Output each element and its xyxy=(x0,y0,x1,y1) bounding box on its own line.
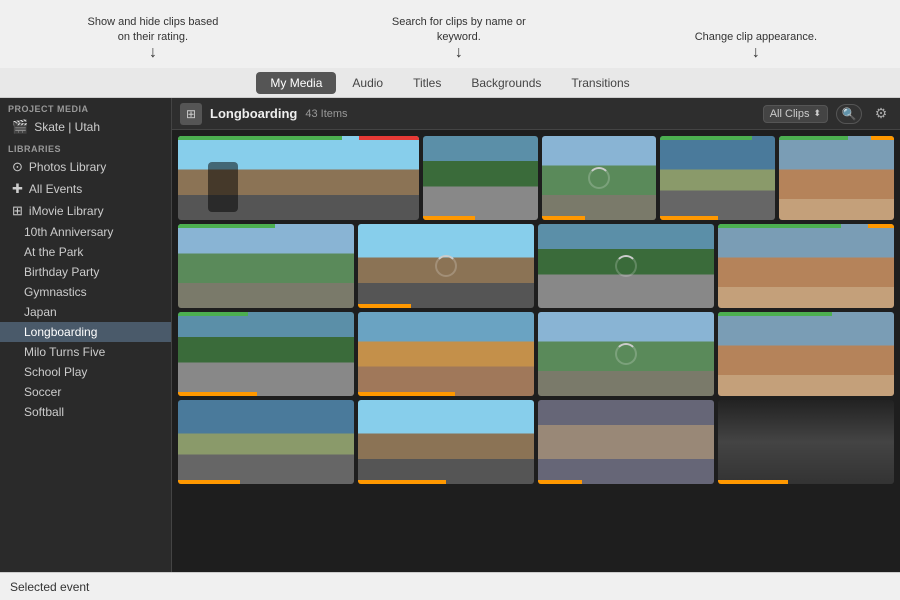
sidebar-item-soccer[interactable]: Soccer xyxy=(0,382,171,402)
sidebar-item-10th-anniversary[interactable]: 10th Anniversary xyxy=(0,222,171,242)
tab-backgrounds[interactable]: Backgrounds xyxy=(457,72,555,94)
annotations-bar: Show and hide clips based on their ratin… xyxy=(0,0,900,68)
sidebar-school-label: School Play xyxy=(24,365,87,379)
loading-spinner xyxy=(615,343,637,365)
loading-spinner xyxy=(615,255,637,277)
main-layout: PROJECT MEDIA 🎬 Skate | Utah LIBRARIES ⊙… xyxy=(0,98,900,572)
clips-filter-dropdown[interactable]: All Clips ⬍ xyxy=(763,105,828,123)
tab-bar: My Media Audio Titles Backgrounds Transi… xyxy=(0,68,900,98)
clip-item[interactable] xyxy=(779,136,894,220)
sidebar-item-japan[interactable]: Japan xyxy=(0,302,171,322)
sidebar-item-at-the-park[interactable]: At the Park xyxy=(0,242,171,262)
sidebar-item-gymnastics[interactable]: Gymnastics xyxy=(0,282,171,302)
sidebar-project-label: Skate | Utah xyxy=(34,120,100,134)
sidebar-item-longboarding[interactable]: Longboarding xyxy=(0,322,171,342)
sidebar-item-milo[interactable]: Milo Turns Five xyxy=(0,342,171,362)
annotation-appearance-arrow: ↓ xyxy=(695,44,817,62)
tab-transitions[interactable]: Transitions xyxy=(557,72,643,94)
clip-row-2 xyxy=(178,224,894,308)
clip-item[interactable] xyxy=(358,312,534,396)
clip-item[interactable] xyxy=(718,224,894,308)
events-icon: ✚ xyxy=(12,181,23,197)
sidebar-birthday-label: Birthday Party xyxy=(24,265,99,279)
grid-view-button[interactable]: ⊞ xyxy=(180,103,202,125)
gear-button[interactable]: ⚙ xyxy=(870,103,892,125)
clip-item[interactable] xyxy=(178,224,354,308)
sidebar-item-school-play[interactable]: School Play xyxy=(0,362,171,382)
content-area: ⊞ Longboarding 43 Items All Clips ⬍ 🔍 ⚙ xyxy=(172,98,900,572)
clip-item[interactable] xyxy=(718,312,894,396)
annotation-rating-text: Show and hide clips based on their ratin… xyxy=(83,15,223,44)
tab-audio[interactable]: Audio xyxy=(338,72,397,94)
clip-item[interactable] xyxy=(538,224,714,308)
sidebar-gymnastics-label: Gymnastics xyxy=(24,285,87,299)
sidebar-item-softball[interactable]: Softball xyxy=(0,402,171,422)
sidebar-japan-label: Japan xyxy=(24,305,57,319)
clips-filter-label: All Clips xyxy=(770,108,810,120)
clip-item[interactable] xyxy=(538,312,714,396)
annotation-rating: Show and hide clips based on their ratin… xyxy=(83,15,223,62)
sidebar-softball-label: Softball xyxy=(24,405,64,419)
film-icon: 🎬 xyxy=(12,119,28,135)
project-media-label: PROJECT MEDIA xyxy=(0,98,171,116)
content-toolbar: ⊞ Longboarding 43 Items All Clips ⬍ 🔍 ⚙ xyxy=(172,98,900,130)
loading-spinner xyxy=(588,167,610,189)
sidebar-park-label: At the Park xyxy=(24,245,83,259)
clip-item[interactable] xyxy=(358,400,534,484)
sidebar-item-all-events[interactable]: ✚ All Events xyxy=(0,178,171,200)
annotation-search: Search for clips by name or keyword. ↓ xyxy=(389,15,529,62)
clip-item[interactable] xyxy=(358,224,534,308)
bottom-bar: Selected event xyxy=(0,572,900,600)
sidebar-events-label: All Events xyxy=(29,182,82,196)
loading-spinner xyxy=(435,255,457,277)
sidebar-longboarding-label: Longboarding xyxy=(24,325,97,339)
sidebar-item-project[interactable]: 🎬 Skate | Utah xyxy=(0,116,171,138)
search-icon: 🔍 xyxy=(842,107,857,121)
annotation-search-arrow: ↓ xyxy=(389,44,529,62)
clip-item[interactable] xyxy=(542,136,657,220)
sidebar-item-birthday-party[interactable]: Birthday Party xyxy=(0,262,171,282)
clip-item[interactable] xyxy=(718,400,894,484)
search-button[interactable]: 🔍 xyxy=(836,104,862,124)
annotation-search-text: Search for clips by name or keyword. xyxy=(389,15,529,44)
sidebar-photos-label: Photos Library xyxy=(29,160,106,174)
clip-item[interactable] xyxy=(423,136,538,220)
photos-icon: ⊙ xyxy=(12,159,23,175)
sidebar-item-photos-library[interactable]: ⊙ Photos Library xyxy=(0,156,171,178)
selected-event-label: Selected event xyxy=(10,580,89,594)
tab-titles[interactable]: Titles xyxy=(399,72,455,94)
sidebar: PROJECT MEDIA 🎬 Skate | Utah LIBRARIES ⊙… xyxy=(0,98,172,572)
clip-row-1 xyxy=(178,136,894,220)
annotation-appearance: Change clip appearance. ↓ xyxy=(695,30,817,62)
clip-item[interactable] xyxy=(178,136,419,220)
annotation-rating-arrow: ↓ xyxy=(83,44,223,62)
sidebar-item-imovie-library[interactable]: ⊞ iMovie Library xyxy=(0,200,171,222)
sidebar-soccer-label: Soccer xyxy=(24,385,61,399)
chevron-up-down-icon: ⬍ xyxy=(813,108,821,119)
clip-row-4 xyxy=(178,400,894,484)
clip-item[interactable] xyxy=(538,400,714,484)
clip-item[interactable] xyxy=(660,136,775,220)
content-title: Longboarding xyxy=(210,106,297,121)
tab-my-media[interactable]: My Media xyxy=(256,72,336,94)
sidebar-10th-label: 10th Anniversary xyxy=(24,225,113,239)
libraries-label: LIBRARIES xyxy=(0,138,171,156)
sidebar-library-label: iMovie Library xyxy=(29,204,104,218)
library-icon: ⊞ xyxy=(12,203,23,219)
sidebar-milo-label: Milo Turns Five xyxy=(24,345,105,359)
clip-item[interactable] xyxy=(178,312,354,396)
clip-item[interactable] xyxy=(178,400,354,484)
clip-row-3 xyxy=(178,312,894,396)
clip-grid xyxy=(172,130,900,572)
gear-icon: ⚙ xyxy=(875,105,888,122)
item-count: 43 Items xyxy=(305,108,347,120)
annotation-appearance-text: Change clip appearance. xyxy=(695,30,817,44)
